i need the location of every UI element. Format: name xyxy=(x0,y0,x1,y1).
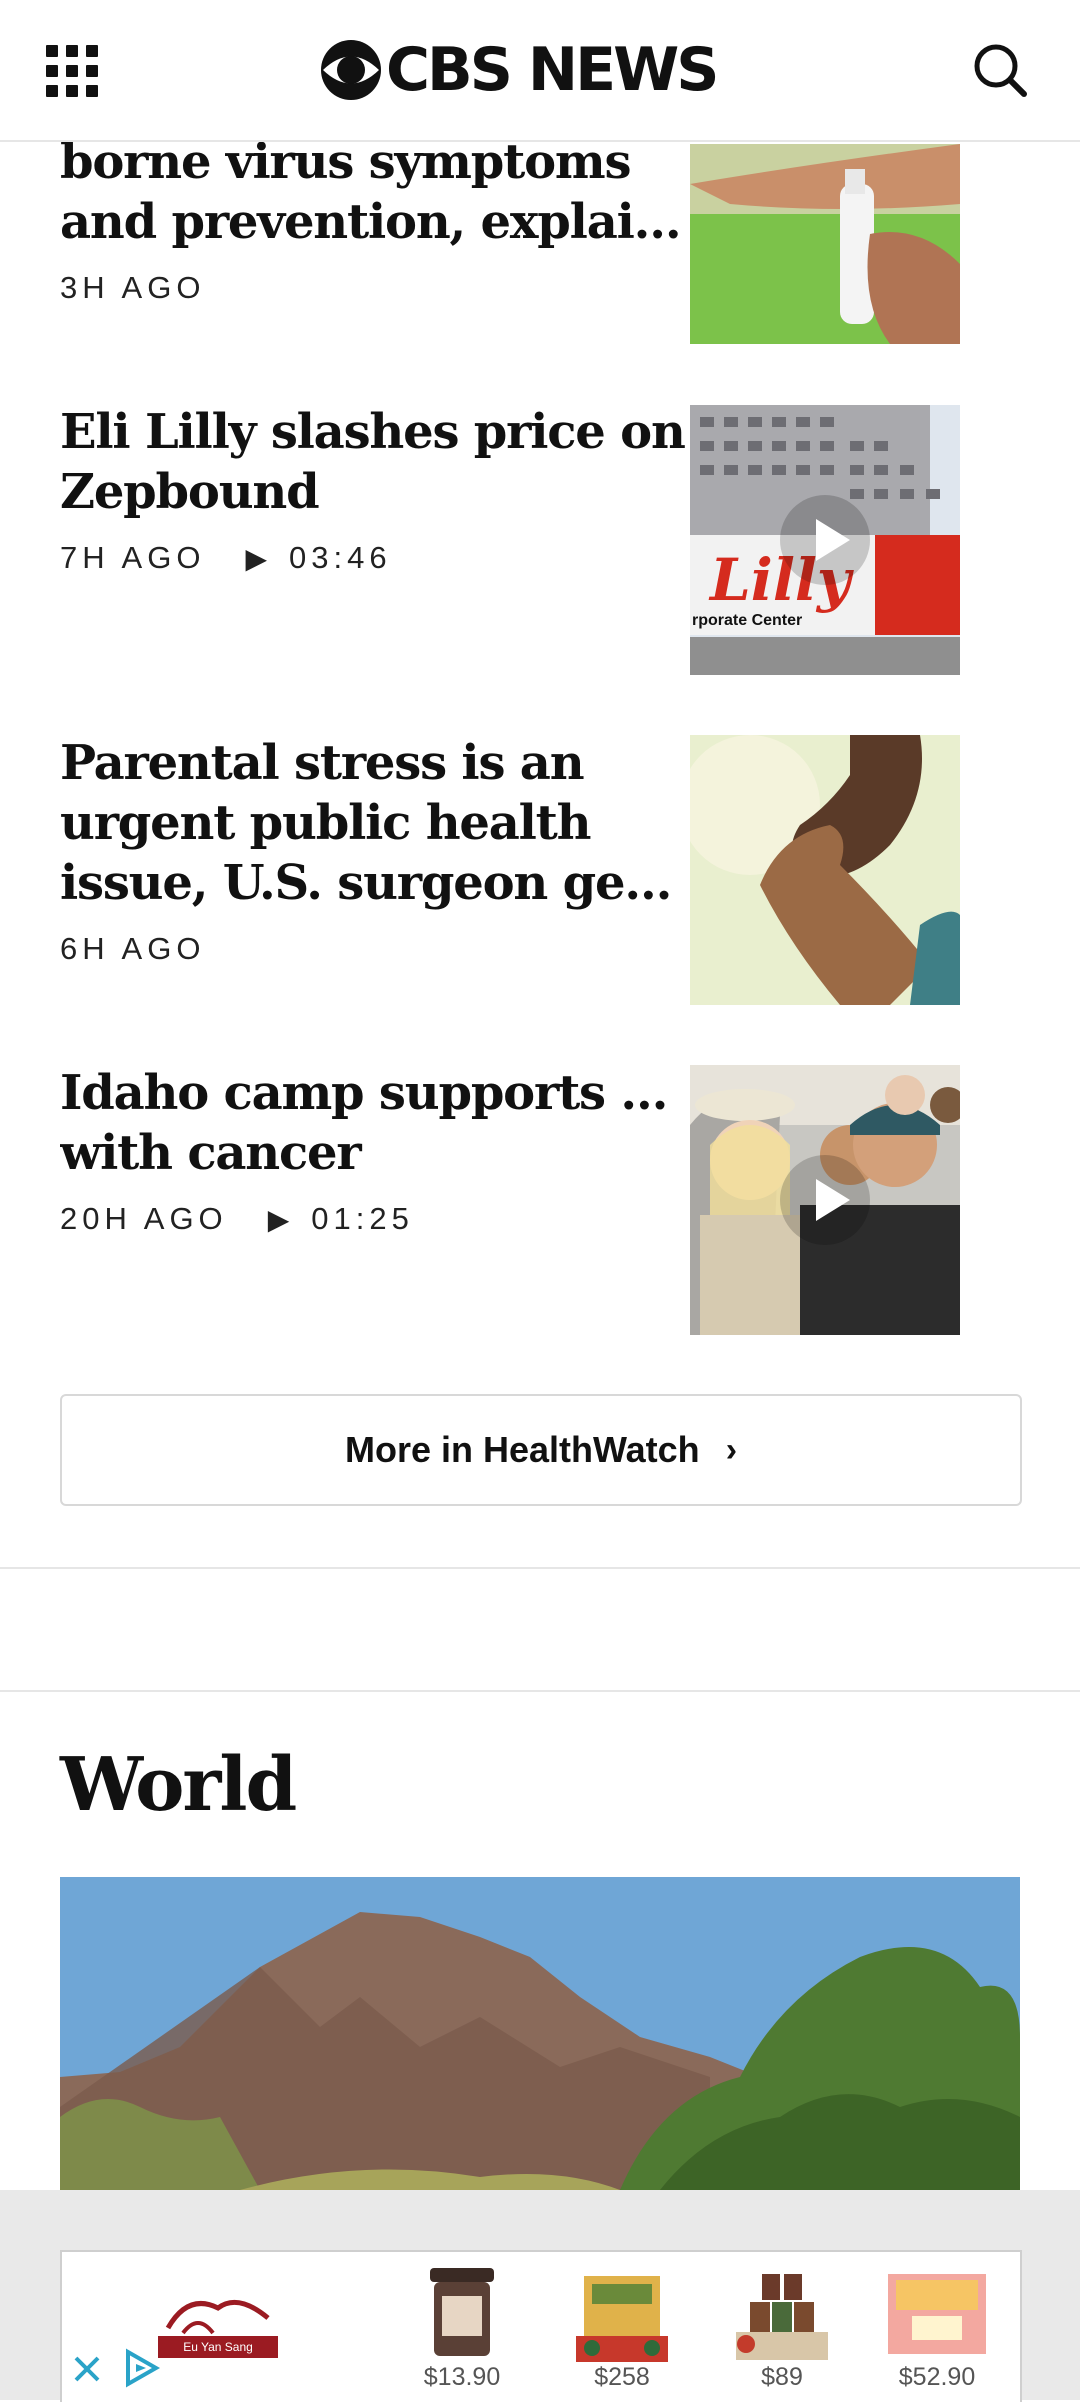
hands-image xyxy=(690,735,960,1005)
article-title-line: Idaho camp supports kids xyxy=(60,1065,700,1121)
more-in-healthwatch-button[interactable]: More in HealthWatch › xyxy=(60,1394,1022,1506)
section-divider xyxy=(0,1567,1080,1569)
adchoices-icon[interactable] xyxy=(122,2348,162,2388)
ad-product[interactable]: $89 xyxy=(732,2266,832,2392)
brand-emblem-icon xyxy=(165,2299,270,2335)
world-hero-image[interactable] xyxy=(60,1877,1020,2190)
cbs-news-logo[interactable]: CBS NEWS xyxy=(320,34,719,106)
spray-image xyxy=(690,144,960,344)
article-title-line: with cancer xyxy=(60,1125,362,1181)
ad-price: $258 xyxy=(572,2363,672,2392)
article-thumbnail[interactable] xyxy=(690,735,960,1005)
article-title-line: and prevention, explained xyxy=(60,194,700,250)
cbs-eye-icon xyxy=(321,40,381,100)
product-giftbox-image xyxy=(888,2274,986,2354)
mountain-image xyxy=(60,1877,1020,2190)
ad-product[interactable]: $258 xyxy=(572,2266,672,2392)
ad-banner[interactable]: Eu Yan Sang $13.90 $258 $89 $52.90 xyxy=(60,2250,1022,2402)
sign-text: rporate Center xyxy=(692,612,802,629)
search-icon[interactable] xyxy=(970,40,1030,100)
article-thumbnail[interactable]: Lilly rporate Center xyxy=(690,405,960,675)
article-thumbnail[interactable] xyxy=(690,1065,960,1335)
play-button-icon[interactable] xyxy=(780,1155,870,1245)
article-title-line: Eli Lilly slashes price on xyxy=(60,404,686,460)
article-time: 20H AGO xyxy=(60,1201,228,1236)
product-jar-image xyxy=(430,2268,494,2356)
article-time: 7H AGO xyxy=(60,540,206,575)
close-icon[interactable] xyxy=(70,2352,104,2386)
ad-brand-text: Eu Yan Sang xyxy=(158,2336,278,2358)
section-divider xyxy=(0,1690,1080,1692)
article-title-line: urgent public health xyxy=(60,795,592,851)
chevron-right-icon: › xyxy=(725,1430,738,1469)
more-button-label: More in HealthWatch xyxy=(344,1429,700,1470)
ad-price: $89 xyxy=(732,2363,832,2392)
section-title-world[interactable]: World xyxy=(60,1742,297,1828)
ad-price: $13.90 xyxy=(412,2363,512,2392)
video-play-icon: ▶ xyxy=(267,1203,290,1235)
article-thumbnail[interactable] xyxy=(690,144,960,344)
product-bottles-image xyxy=(736,2274,828,2360)
video-duration: 03:46 xyxy=(288,540,392,575)
grid-menu-icon[interactable] xyxy=(46,45,98,97)
article-time: 3H AGO xyxy=(60,270,206,305)
video-duration: 01:25 xyxy=(311,1201,414,1236)
ad-price: $52.90 xyxy=(882,2363,992,2392)
article-time: 6H AGO xyxy=(60,931,206,966)
ad-brand-logo[interactable]: Eu Yan Sang xyxy=(158,2288,278,2358)
brand-wordmark: CBS NEWS xyxy=(386,35,719,105)
video-play-icon: ▶ xyxy=(245,542,267,574)
play-button-icon[interactable] xyxy=(780,495,870,585)
article-title-line: issue, U.S. surgeon gener… xyxy=(60,855,700,911)
product-box-image xyxy=(576,2276,668,2362)
ad-product[interactable]: $13.90 xyxy=(412,2266,512,2392)
article-title-line: Parental stress is an xyxy=(60,735,585,791)
article-title-line: Zepbound xyxy=(60,464,320,520)
top-header: CBS NEWS xyxy=(0,0,1080,142)
ad-product[interactable]: $52.90 xyxy=(882,2266,992,2392)
